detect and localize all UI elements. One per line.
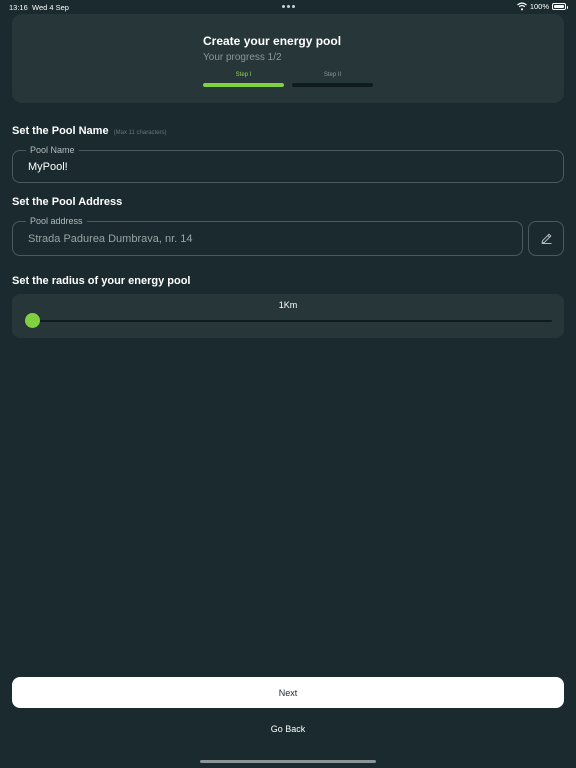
step-indicator-1: Step I <box>203 72 284 87</box>
pencil-icon <box>541 233 551 244</box>
step-indicator-2: Step II <box>292 72 373 87</box>
battery-percentage: 100% <box>529 2 549 11</box>
step-progress-bar <box>203 83 284 87</box>
progress-text: Your progress 1/2 <box>203 52 282 63</box>
pool-name-section-title: Set the Pool Name (Max 11 characters) <box>12 125 167 137</box>
battery-icon <box>552 3 568 10</box>
edit-address-button[interactable] <box>528 221 564 256</box>
step-label: Step I <box>235 72 252 78</box>
pool-name-value[interactable]: MyPool! <box>28 161 68 173</box>
radius-slider-card: 1Km <box>12 294 564 338</box>
pool-name-field-label: Pool Name <box>26 145 79 155</box>
pool-address-field-label: Pool address <box>26 216 87 226</box>
wifi-icon <box>516 2 527 11</box>
section-title-text: Set the Pool Name <box>12 125 109 137</box>
progress-header-card: Create your energy pool Your progress 1/… <box>12 14 564 103</box>
status-bar: 13:16 Wed 4 Sep 100% <box>0 0 576 14</box>
create-energy-pool-screen: 13:16 Wed 4 Sep 100% Create your energy … <box>0 0 576 768</box>
pool-address-section-title: Set the Pool Address <box>12 196 123 208</box>
page-title: Create your energy pool <box>203 34 342 48</box>
radius-slider-track[interactable] <box>32 320 552 322</box>
pool-name-input[interactable]: Pool Name MyPool! <box>12 145 564 183</box>
radius-slider-thumb[interactable] <box>24 313 40 328</box>
status-indicators: 100% <box>516 2 568 11</box>
status-date: Wed 4 Sep <box>32 3 69 12</box>
pool-address-input[interactable]: Pool address Strada Padurea Dumbrava, nr… <box>12 216 523 256</box>
max-characters-hint: (Max 11 characters) <box>113 130 167 136</box>
pool-address-value[interactable]: Strada Padurea Dumbrava, nr. 14 <box>28 233 192 245</box>
next-button[interactable]: Next <box>12 677 564 708</box>
home-indicator <box>200 760 376 763</box>
go-back-link[interactable]: Go Back <box>0 724 576 734</box>
radius-section-title: Set the radius of your energy pool <box>12 275 191 287</box>
multitasking-dots-icon[interactable] <box>282 5 295 8</box>
radius-value-label: 1Km <box>278 300 298 310</box>
step-label: Step II <box>323 72 342 78</box>
step-progress-bar <box>292 83 373 87</box>
status-time: 13:16 <box>9 3 28 12</box>
